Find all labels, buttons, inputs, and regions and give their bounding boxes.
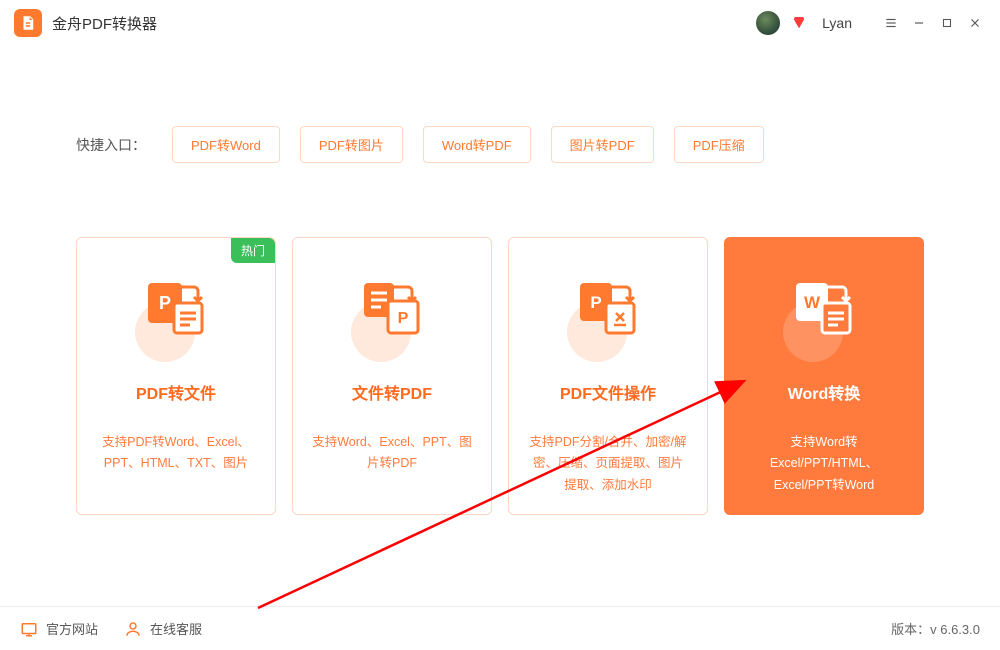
card-title: 文件转PDF (307, 380, 477, 404)
card-word-convert[interactable]: W Word转换 支持Word转Excel/PPT/HTML、Excel/PPT… (724, 237, 924, 515)
pdf-operations-icon: P (523, 260, 693, 356)
online-support-link[interactable]: 在线客服 (124, 619, 202, 638)
card-desc: 支持PDF转Word、Excel、PPT、HTML、TXT、图片 (91, 432, 261, 475)
quick-entry-label: 快捷入口： (76, 135, 146, 155)
app-logo-icon (14, 9, 42, 37)
official-website-link[interactable]: 官方网站 (20, 619, 98, 638)
quick-btn-pdf-to-image[interactable]: PDF转图片 (300, 126, 403, 163)
version-text: 版本：v 6.6.3.0 (891, 619, 980, 638)
footer: 官方网站 在线客服 版本：v 6.6.3.0 (0, 606, 1000, 650)
username-label[interactable]: Lyan (822, 15, 852, 31)
vip-diamond-icon[interactable] (790, 14, 808, 32)
feature-cards: 热门 P PDF转文件 支持PDF转Word、Excel、PPT、HTML、TX… (76, 237, 924, 515)
card-desc: 支持Word、Excel、PPT、图片转PDF (307, 432, 477, 475)
maximize-button[interactable] (936, 12, 958, 34)
word-convert-icon: W (739, 260, 909, 356)
card-title: PDF转文件 (91, 380, 261, 404)
card-title: PDF文件操作 (523, 380, 693, 404)
minimize-button[interactable] (908, 12, 930, 34)
file-to-pdf-icon: P (307, 260, 477, 356)
card-pdf-operations[interactable]: P PDF文件操作 支持PDF分割/合并、加密/解密、压缩、页面提取、图片提取、… (508, 237, 708, 515)
quick-btn-pdf-compress[interactable]: PDF压缩 (674, 126, 764, 163)
app-title: 金舟PDF转换器 (52, 13, 157, 34)
card-title: Word转换 (739, 380, 909, 404)
quick-btn-pdf-to-word[interactable]: PDF转Word (172, 126, 280, 163)
quick-btn-image-to-pdf[interactable]: 图片转PDF (551, 126, 654, 163)
card-file-to-pdf[interactable]: P 文件转PDF 支持Word、Excel、PPT、图片转PDF (292, 237, 492, 515)
close-button[interactable] (964, 12, 986, 34)
quick-btn-word-to-pdf[interactable]: Word转PDF (423, 126, 531, 163)
pdf-to-file-icon: P (91, 260, 261, 356)
user-avatar[interactable] (756, 11, 780, 35)
main-content: 快捷入口： PDF转Word PDF转图片 Word转PDF 图片转PDF PD… (0, 46, 1000, 515)
quick-entry-row: 快捷入口： PDF转Word PDF转图片 Word转PDF 图片转PDF PD… (76, 126, 924, 163)
svg-text:W: W (804, 293, 821, 312)
card-desc: 支持Word转Excel/PPT/HTML、Excel/PPT转Word (739, 432, 909, 496)
card-desc: 支持PDF分割/合并、加密/解密、压缩、页面提取、图片提取、添加水印 (523, 432, 693, 496)
official-website-label: 官方网站 (46, 619, 98, 638)
card-pdf-to-file[interactable]: 热门 P PDF转文件 支持PDF转Word、Excel、PPT、HTML、TX… (76, 237, 276, 515)
svg-text:P: P (398, 310, 409, 327)
svg-text:P: P (590, 293, 601, 312)
titlebar: 金舟PDF转换器 Lyan (0, 0, 1000, 46)
menu-button[interactable] (880, 12, 902, 34)
svg-text:P: P (159, 293, 171, 313)
online-support-label: 在线客服 (150, 619, 202, 638)
